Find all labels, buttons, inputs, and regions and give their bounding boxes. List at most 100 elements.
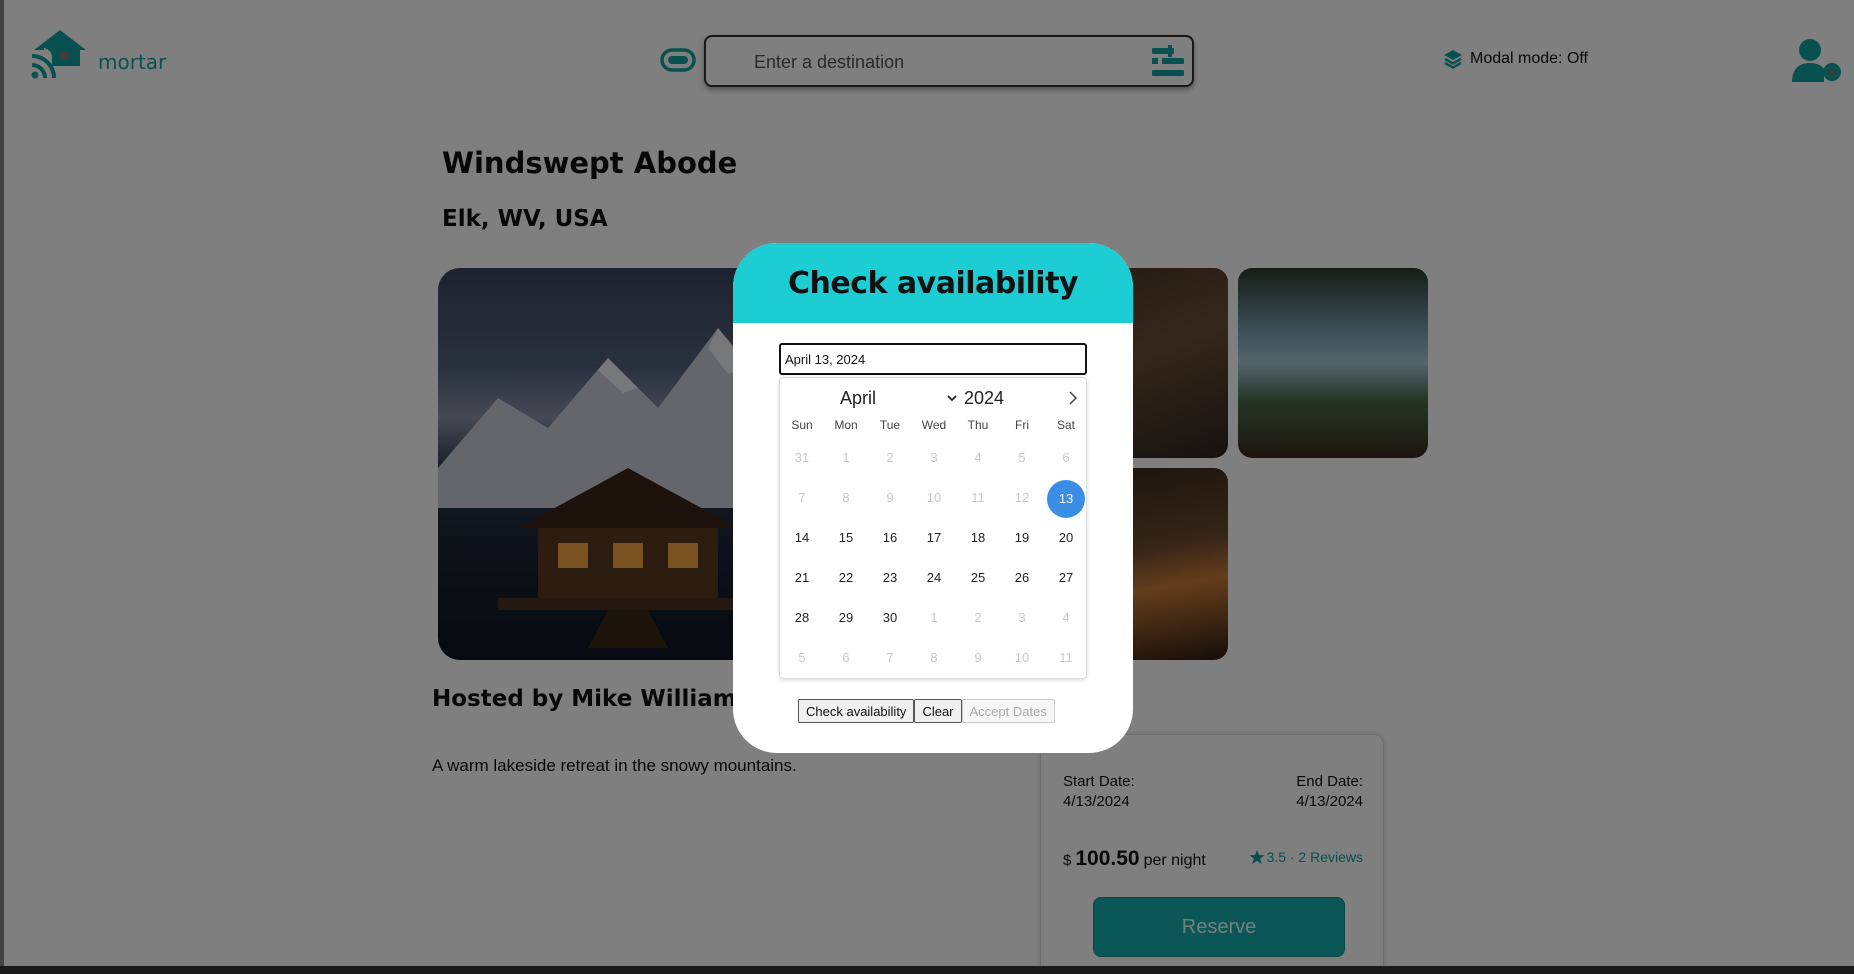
calendar-day-number: 23 <box>882 570 898 585</box>
calendar-day-number: 9 <box>974 650 982 665</box>
accept-dates-button[interactable]: Accept Dates <box>961 699 1055 723</box>
calendar-day-number: 15 <box>838 530 854 545</box>
calendar-day-number: 11 <box>1059 650 1073 665</box>
calendar-day[interactable]: 25 <box>956 560 1000 596</box>
calendar-day-number: 1 <box>842 450 850 465</box>
weekday-label: Mon <box>834 418 858 432</box>
calendar-day: 6 <box>824 640 868 676</box>
calendar-day[interactable]: 27 <box>1044 560 1088 596</box>
calendar-day: 3 <box>912 440 956 476</box>
calendar-day-number: 7 <box>886 650 894 665</box>
calendar-week: 31 1 2 3 4 5 6 <box>780 438 1088 478</box>
calendar-day: 31 <box>780 440 824 476</box>
calendar-day-number: 17 <box>926 530 942 545</box>
calendar-day[interactable]: 24 <box>912 560 956 596</box>
calendar-month-select[interactable]: April <box>840 388 876 409</box>
modal-buttons: Check availability Clear Accept Dates <box>798 699 1055 723</box>
calendar-day: 2 <box>868 440 912 476</box>
calendar-day[interactable]: 22 <box>824 560 868 596</box>
page: mortar Modal mode: Off <box>0 0 1854 974</box>
calendar-day-number: 6 <box>842 650 850 665</box>
calendar-day: 3 <box>1000 600 1044 636</box>
calendar-week: 28 29 30 1 2 3 4 <box>780 598 1088 638</box>
calendar-day[interactable]: 15 <box>824 520 868 556</box>
calendar-day[interactable]: 14 <box>780 520 824 556</box>
calendar-week: 5 6 7 8 9 10 11 <box>780 638 1088 678</box>
calendar-day: 10 <box>1000 640 1044 676</box>
calendar-day[interactable]: 21 <box>780 560 824 596</box>
calendar-day-number: 19 <box>1014 530 1030 545</box>
calendar-day[interactable]: 29 <box>824 600 868 636</box>
calendar-day-number: 6 <box>1062 450 1070 465</box>
calendar-day-number: 18 <box>970 530 986 545</box>
calendar-day: 5 <box>780 640 824 676</box>
calendar-day-number: 22 <box>838 570 854 585</box>
calendar-day-number: 4 <box>974 450 982 465</box>
calendar-day: 9 <box>868 480 912 516</box>
weekday-label: Wed <box>921 418 947 432</box>
availability-modal: Check availability April 2024 SunMonTueW… <box>733 243 1133 753</box>
calendar-day[interactable]: 28 <box>780 600 824 636</box>
weekday-label: Tue <box>879 418 901 432</box>
calendar-day[interactable]: 18 <box>956 520 1000 556</box>
calendar-day: 4 <box>1044 600 1088 636</box>
calendar-day[interactable]: 23 <box>868 560 912 596</box>
calendar-day[interactable]: 19 <box>1000 520 1044 556</box>
calendar-day-number: 27 <box>1058 570 1074 585</box>
calendar-day-number: 5 <box>798 650 806 665</box>
weekday-label: Sun <box>791 418 813 432</box>
calendar-week: 21 22 23 24 25 26 27 <box>780 558 1088 598</box>
weekday-label: Sat <box>1056 418 1075 432</box>
calendar-day: 12 <box>1000 480 1044 516</box>
window-edge <box>0 0 4 966</box>
calendar-day-number: 30 <box>882 610 898 625</box>
calendar-day-number: 16 <box>882 530 898 545</box>
calendar-day-number: 31 <box>794 450 810 465</box>
calendar-day: 8 <box>824 480 868 516</box>
calendar-day: 1 <box>912 600 956 636</box>
calendar-day: 7 <box>868 640 912 676</box>
calendar-day[interactable]: 30 <box>868 600 912 636</box>
calendar-day[interactable]: 17 <box>912 520 956 556</box>
clear-button[interactable]: Clear <box>914 699 962 723</box>
calendar-day-number: 3 <box>930 450 938 465</box>
date-input[interactable] <box>779 343 1087 375</box>
chevron-right-icon[interactable] <box>1066 390 1080 406</box>
calendar-day-number: 21 <box>794 570 810 585</box>
calendar-day-number: 11 <box>971 490 985 505</box>
calendar-day-number: 24 <box>926 570 942 585</box>
calendar-day-number: 10 <box>926 490 942 505</box>
calendar-grid: 31 1 2 3 4 5 6 7 8 9 10 11 12 13 14 15 16 17 18 19 20 21 22 23 2… <box>780 438 1088 678</box>
calendar-day: 11 <box>956 480 1000 516</box>
calendar-day[interactable]: 26 <box>1000 560 1044 596</box>
calendar-day-number: 7 <box>798 490 806 505</box>
calendar-day-number: 12 <box>1014 490 1030 505</box>
calendar-day-number: 28 <box>794 610 810 625</box>
calendar-day: 11 <box>1044 640 1088 676</box>
calendar-day-number: 29 <box>838 610 854 625</box>
calendar-day: 9 <box>956 640 1000 676</box>
calendar-day: 5 <box>1000 440 1044 476</box>
weekday-label: Thu <box>967 418 989 432</box>
calendar-day-number: 13 <box>1047 480 1085 518</box>
chevron-down-icon[interactable] <box>946 392 958 404</box>
calendar-day-number: 14 <box>794 530 810 545</box>
calendar-day[interactable]: 16 <box>868 520 912 556</box>
calendar-day[interactable]: 20 <box>1044 520 1088 556</box>
calendar-day-number: 5 <box>1018 450 1026 465</box>
calendar-year-select[interactable]: 2024 <box>964 388 1004 409</box>
check-availability-button[interactable]: Check availability <box>798 699 915 723</box>
calendar-day-selected[interactable]: 13 <box>1044 480 1088 518</box>
calendar-week: 7 8 9 10 11 12 13 <box>780 478 1088 518</box>
calendar-day: 6 <box>1044 440 1088 476</box>
calendar: April 2024 Sun Mon Tue Wed Thu Fri Sat 31 1 2 3 4 5… <box>779 377 1087 679</box>
calendar-day-number: 1 <box>930 610 938 625</box>
calendar-day: 4 <box>956 440 1000 476</box>
calendar-day-number: 10 <box>1014 650 1030 665</box>
calendar-day-number: 20 <box>1058 530 1074 545</box>
calendar-day-number: 2 <box>974 610 982 625</box>
calendar-day-number: 4 <box>1062 610 1070 625</box>
calendar-week: 14 15 16 17 18 19 20 <box>780 518 1088 558</box>
calendar-day-number: 2 <box>886 450 894 465</box>
weekday-label: Fri <box>1015 418 1029 432</box>
